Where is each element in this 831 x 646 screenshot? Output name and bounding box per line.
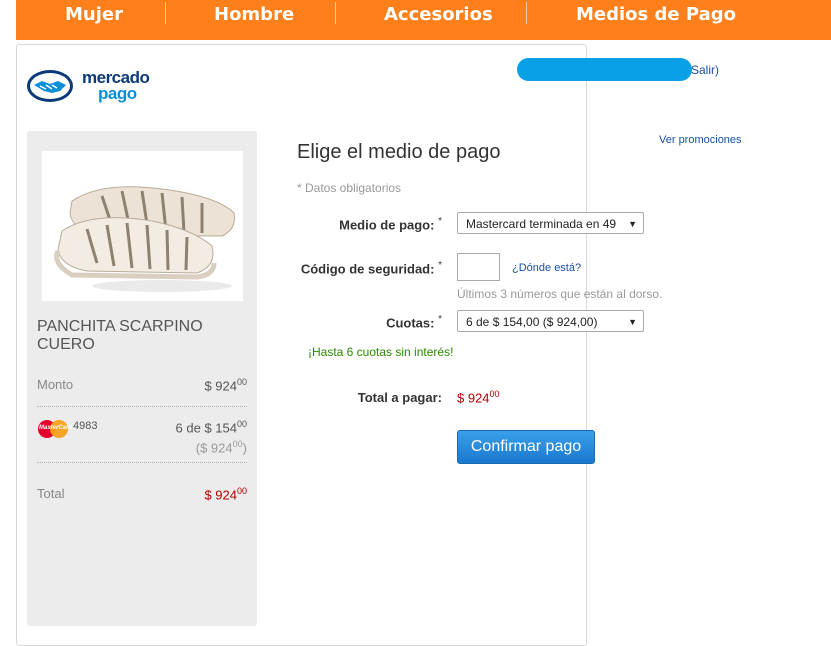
security-code-label: Código de seguridad: * — [300, 260, 442, 277]
nav-divider — [335, 2, 336, 24]
required-fields-note: * Datos obligatorios — [297, 181, 402, 195]
handshake-logo-icon — [27, 70, 73, 102]
payment-method-select[interactable]: Mastercard terminada en 49 ▼ — [457, 212, 644, 234]
installments-label: Cuotas: * — [386, 314, 442, 331]
security-code-hint: Últimos 3 números que están al dorso. — [457, 287, 663, 301]
total-to-pay-value: $ 92400 — [457, 389, 500, 406]
nav-item-medios-de-pago[interactable]: Medios de Pago — [576, 0, 736, 30]
installment-total: ($ 92400) — [195, 439, 247, 456]
nav-item-hombre[interactable]: Hombre — [214, 0, 294, 30]
product-image — [42, 151, 243, 301]
sandal-shoe-icon — [42, 151, 243, 301]
installment-value: 6 de $ 15400 — [175, 419, 247, 436]
nav-item-accesorios[interactable]: Accesorios — [384, 0, 493, 30]
mastercard-icon: MasterCard — [38, 420, 72, 438]
amount-label: Monto — [37, 377, 74, 392]
nav-item-mujer[interactable]: Mujer — [65, 0, 123, 30]
payment-method-selected: Mastercard terminada en 49 — [466, 217, 617, 231]
summary-divider — [37, 462, 247, 463]
logout-link[interactable]: Salir) — [691, 63, 719, 77]
page-title: Elige el medio de pago — [297, 141, 501, 163]
payment-method-label: Medio de pago: * — [339, 216, 442, 233]
where-is-it-link[interactable]: ¿Dónde está? — [512, 262, 581, 274]
top-navigation: Mujer Hombre Accesorios Medios de Pago — [16, 0, 831, 40]
redacted-username — [517, 58, 692, 81]
product-name: PANCHITA SCARPINO CUERO — [37, 318, 203, 353]
installments-select[interactable]: 6 de $ 154,00 ($ 924,00) ▼ — [457, 310, 644, 332]
logo-text-pago: pago — [98, 84, 137, 103]
promotions-link[interactable]: Ver promociones — [659, 134, 742, 146]
dropdown-arrow-icon: ▼ — [628, 219, 637, 229]
confirm-payment-button[interactable]: Confirmar pago — [457, 430, 595, 464]
summary-divider — [37, 406, 247, 407]
no-interest-message: ¡Hasta 6 cuotas sin interés! — [308, 345, 454, 359]
installments-selected: 6 de $ 154,00 ($ 924,00) — [466, 315, 598, 329]
order-summary: PANCHITA SCARPINO CUERO Monto $ 92400 Ma… — [27, 131, 257, 626]
nav-divider — [165, 2, 166, 24]
mercadopago-logo: mercado pago — [26, 66, 166, 106]
total-label: Total — [37, 486, 65, 501]
card-last-digits: 4983 — [73, 420, 98, 432]
total-to-pay-label: Total a pagar: — [357, 390, 442, 405]
security-code-input[interactable] — [457, 253, 500, 281]
dropdown-arrow-icon: ▼ — [628, 317, 637, 327]
nav-divider — [526, 2, 527, 24]
amount-value: $ 92400 — [204, 377, 247, 394]
total-value: $ 92400 — [204, 486, 247, 503]
